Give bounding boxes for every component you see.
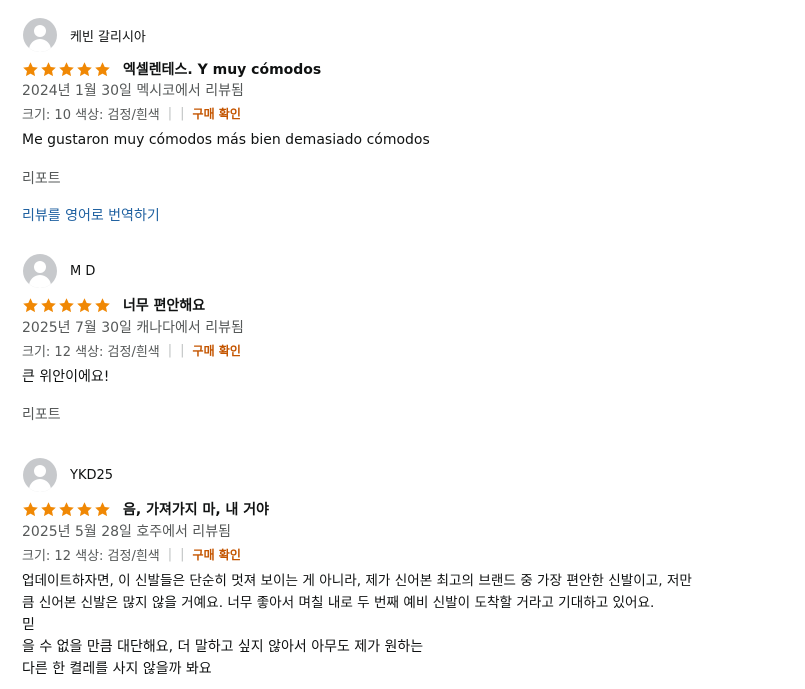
divider: | <box>180 106 185 121</box>
divider: | <box>167 106 173 121</box>
star-icon <box>77 61 92 76</box>
star-icon <box>41 501 56 516</box>
reviewer-name: M D <box>70 263 96 279</box>
star-icon <box>59 297 74 312</box>
review-date-location: 2024년 1월 30일 멕시코에서 리뷰됨 <box>22 83 244 99</box>
verified-purchase-badge: 구매 확인 <box>192 107 241 121</box>
review-body: 업데이트하자면, 이 신발들은 단순히 멋져 보이는 게 아니라, 제가 신어본… <box>22 570 792 680</box>
review-body-line: 큰 위안이에요! <box>22 369 110 385</box>
review-body: 큰 위안이에요! <box>22 366 792 388</box>
verified-purchase-badge: 구매 확인 <box>192 548 241 562</box>
divider: | <box>167 343 173 358</box>
review-body-line: 믿 <box>22 617 35 633</box>
star-icon <box>95 501 110 516</box>
translate-review-link[interactable]: 리뷰를 영어로 번역하기 <box>22 205 160 225</box>
star-icon <box>95 61 110 76</box>
product-attributes: 크기: 10 색상: 검정/흰색 | | 구매 확인 <box>22 104 241 123</box>
star-rating[interactable] <box>22 297 111 314</box>
report-link[interactable]: 리포트 <box>22 168 61 188</box>
star-icon <box>23 501 38 516</box>
star-rating[interactable] <box>22 501 111 518</box>
verified-purchase-badge: 구매 확인 <box>192 344 241 358</box>
review-body-line: 다른 한 켤레를 사지 않을까 봐요 <box>22 661 212 677</box>
review-body-line: 큼 신어본 신발은 많지 않을 거예요. 너무 좋아서 며칠 내로 두 번째 예… <box>22 595 655 611</box>
review-date-location: 2025년 5월 28일 호주에서 리뷰됨 <box>22 524 231 540</box>
reviewer-profile[interactable]: 케빈 갈리시아 <box>23 18 146 52</box>
star-icon <box>77 297 92 312</box>
report-link[interactable]: 리포트 <box>22 404 61 424</box>
review-title[interactable]: 음, 가져가지 마, 내 거야 <box>123 499 269 519</box>
product-attributes: 크기: 12 색상: 검정/흰색 | | 구매 확인 <box>22 341 241 360</box>
star-icon <box>59 61 74 76</box>
reviewer-name: 케빈 갈리시아 <box>70 29 146 45</box>
star-icon <box>95 297 110 312</box>
divider: | <box>180 343 185 358</box>
size-color-label: 크기: 10 색상: 검정/흰색 <box>22 108 160 123</box>
review-title[interactable]: 엑셀렌테스. Y muy cómodos <box>123 59 321 79</box>
avatar-icon <box>23 18 57 52</box>
product-attributes: 크기: 12 색상: 검정/흰색 | | 구매 확인 <box>22 545 241 564</box>
star-icon <box>23 297 38 312</box>
star-rating[interactable] <box>22 61 111 78</box>
size-color-label: 크기: 12 색상: 검정/흰색 <box>22 345 160 360</box>
reviewer-name: YKD25 <box>70 467 114 483</box>
avatar-icon <box>23 458 57 492</box>
star-icon <box>41 61 56 76</box>
divider: | <box>180 547 185 562</box>
reviewer-profile[interactable]: M D <box>23 254 95 288</box>
divider: | <box>167 547 173 562</box>
reviewer-profile[interactable]: YKD25 <box>23 458 113 492</box>
size-color-label: 크기: 12 색상: 검정/흰색 <box>22 549 160 564</box>
review-body-line: 을 수 없을 만큼 대단해요, 더 말하고 싶지 않아서 아무도 제가 원하는 <box>22 639 424 655</box>
avatar-icon <box>23 254 57 288</box>
review-title[interactable]: 너무 편안해요 <box>123 295 205 315</box>
star-icon <box>59 501 74 516</box>
review-body-line: 업데이트하자면, 이 신발들은 단순히 멋져 보이는 게 아니라, 제가 신어본… <box>22 573 692 589</box>
review-date-location: 2025년 7월 30일 캐나다에서 리뷰됨 <box>22 320 244 336</box>
star-icon <box>41 297 56 312</box>
review-body: Me gustaron muy cómodos más bien demasia… <box>22 129 792 151</box>
star-icon <box>23 61 38 76</box>
star-icon <box>77 501 92 516</box>
review-body-line: Me gustaron muy cómodos más bien demasia… <box>22 132 430 148</box>
